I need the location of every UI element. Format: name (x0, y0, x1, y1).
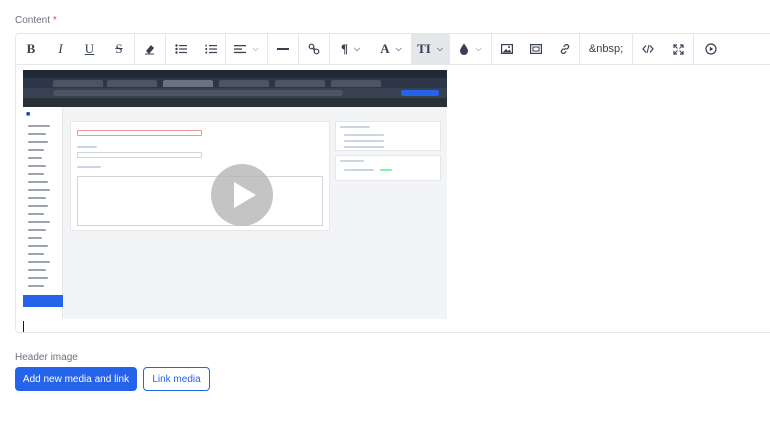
rich-text-editor[interactable]: B I U S ⌵ ¶ ⌵ A ⌵ TI ⌵ ⌵ &nbsp; ■ (15, 33, 770, 333)
italic-button[interactable]: I (46, 34, 75, 65)
align-dropdown[interactable]: ⌵ (226, 34, 267, 65)
bulleted-list-icon (175, 44, 187, 54)
link-embed-button[interactable] (299, 34, 329, 65)
text-size-icon: TI (417, 41, 431, 56)
align-left-icon (234, 45, 247, 54)
strikethrough-button[interactable]: S (104, 34, 134, 65)
editor-toolbar: B I U S ⌵ ¶ ⌵ A ⌵ TI ⌵ ⌵ &nbsp; (16, 33, 770, 65)
font-color-dropdown[interactable]: A ⌵ (371, 34, 411, 65)
required-asterisk: * (53, 15, 57, 26)
insert-image-button[interactable] (492, 34, 521, 65)
insert-gallery-button[interactable] (521, 34, 550, 65)
chevron-down-icon: ⌵ (436, 44, 443, 53)
add-new-media-button[interactable]: Add new media and link (15, 367, 137, 391)
play-circle-icon (705, 43, 717, 55)
numbered-list-button[interactable] (196, 34, 225, 65)
nbsp-label: &nbsp; (588, 43, 624, 55)
underline-icon: U (84, 41, 95, 56)
image-icon (500, 44, 513, 54)
header-image-label: Header image (15, 352, 78, 363)
video-play-button[interactable] (211, 164, 273, 226)
play-icon (234, 182, 256, 208)
content-field-label: Content * (15, 15, 57, 26)
chevron-down-icon: ⌵ (353, 44, 361, 53)
content-label-text: Content (15, 15, 51, 26)
ink-drop-icon (460, 43, 469, 55)
clear-format-button[interactable] (135, 34, 165, 65)
bold-button[interactable]: B (16, 34, 46, 65)
chevron-down-icon: ⌵ (475, 44, 482, 53)
bulleted-list-button[interactable] (166, 34, 196, 65)
eraser-icon (145, 45, 154, 55)
bold-icon: B (26, 41, 36, 56)
video-frame-tabs (23, 78, 447, 88)
horizontal-rule-button[interactable] (268, 34, 298, 65)
chain-link-icon (560, 44, 569, 54)
insert-link-button[interactable] (550, 34, 579, 65)
underline-button[interactable]: U (75, 34, 104, 65)
highlight-color-dropdown[interactable]: ⌵ (450, 34, 491, 65)
video-frame-addressbar (23, 88, 447, 98)
insert-video-button[interactable] (694, 34, 728, 65)
link-icon (308, 43, 320, 55)
insert-nbsp-button[interactable]: &nbsp; (580, 34, 632, 65)
numbered-list-icon (205, 44, 217, 54)
chevron-down-icon: ⌵ (252, 44, 259, 53)
gallery-icon (529, 44, 542, 54)
code-view-button[interactable] (633, 34, 663, 65)
italic-icon: I (58, 41, 63, 56)
link-media-button[interactable]: Link media (143, 367, 210, 391)
video-frame-logo-icon: ■ (26, 111, 31, 118)
embedded-video[interactable]: ■ (23, 70, 447, 319)
fullscreen-button[interactable] (663, 34, 693, 65)
text-size-dropdown[interactable]: TI ⌵ (411, 33, 449, 65)
video-frame-bookmarks (23, 98, 447, 107)
strikethrough-icon: S (115, 41, 123, 56)
video-frame-menubar (23, 70, 447, 78)
text-cursor (23, 321, 24, 332)
fullscreen-icon (672, 43, 684, 55)
font-color-icon: A (380, 41, 390, 56)
code-icon (642, 44, 654, 54)
paragraph-icon: ¶ (340, 41, 348, 56)
paragraph-dropdown[interactable]: ¶ ⌵ (330, 34, 371, 65)
chevron-down-icon: ⌵ (395, 44, 402, 53)
horizontal-line-icon (277, 48, 289, 50)
